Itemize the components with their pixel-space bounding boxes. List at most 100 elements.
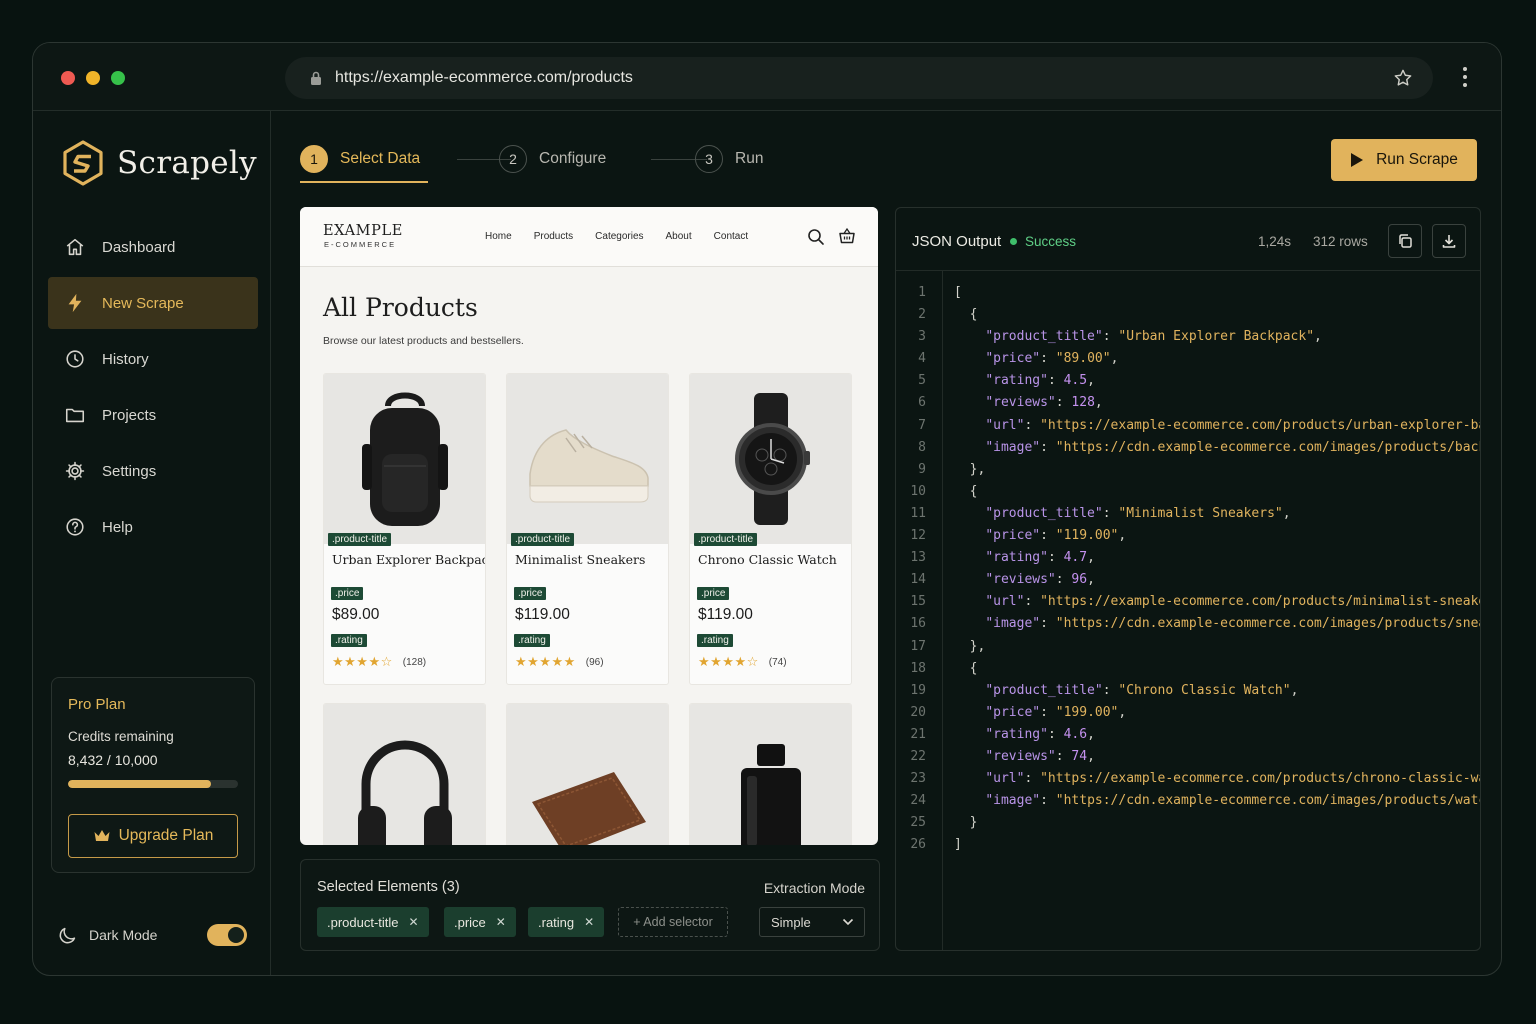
step-select-data[interactable]: 1 Select Data [300, 145, 420, 173]
search-icon[interactable] [807, 228, 825, 246]
sidebar: Scrapely Dashboard New Scrape History Pr… [33, 111, 271, 975]
code-line: 5 "rating": 4.5, [896, 370, 1480, 392]
json-punct: [ [954, 285, 962, 300]
sidebar-item-history[interactable]: History [48, 333, 258, 385]
json-punct [954, 749, 985, 764]
shop-brand[interactable]: EXAMPLE [323, 223, 403, 239]
json-punct [954, 329, 985, 344]
credits-label: Credits remaining [68, 729, 174, 744]
remove-chip-icon[interactable]: ✕ [584, 915, 594, 929]
sidebar-item-help[interactable]: Help [48, 501, 258, 553]
minimize-window-button[interactable] [86, 71, 100, 85]
run-scrape-button[interactable]: Run Scrape [1331, 139, 1477, 181]
json-punct: : [1040, 793, 1056, 809]
json-string: "Urban Explorer Backpack" [1118, 329, 1315, 345]
json-code-view[interactable]: 1[2 {3 "product_title": "Urban Explorer … [896, 282, 1481, 856]
plan-card: Pro Plan Credits remaining 8,432 / 10,00… [51, 677, 255, 873]
sidebar-item-projects[interactable]: Projects [48, 389, 258, 441]
json-key: "rating" [985, 726, 1048, 742]
json-string: "89.00" [1055, 351, 1111, 367]
product-card-sneakers[interactable]: .product-title Minimalist Sneakers .pric… [506, 373, 669, 685]
copy-button[interactable] [1388, 224, 1422, 258]
json-punct: , [1314, 329, 1322, 345]
shop-nav-home[interactable]: Home [485, 231, 512, 242]
json-punct [954, 351, 985, 366]
product-card-backpack[interactable]: .product-title Urban Explorer Backpack .… [323, 373, 486, 685]
json-key: "price" [985, 528, 1041, 544]
browser-menu-icon[interactable] [1463, 67, 1467, 87]
sidebar-item-dashboard[interactable]: Dashboard [48, 221, 258, 273]
folder-icon [65, 408, 85, 423]
json-key: "reviews" [985, 395, 1056, 411]
step-number: 2 [499, 145, 527, 173]
code-line: 20 "price": "199.00", [896, 702, 1480, 724]
code-line: 23 "url": "https://example-ecommerce.com… [896, 768, 1480, 790]
shop-nav-about[interactable]: About [666, 231, 692, 242]
remove-chip-icon[interactable]: ✕ [409, 915, 419, 929]
maximize-window-button[interactable] [111, 71, 125, 85]
sidebar-item-new-scrape[interactable]: New Scrape [48, 277, 258, 329]
product-card-watch[interactable]: .product-title Chrono Classic Watch .pri… [689, 373, 852, 685]
product-card-perfume[interactable] [689, 703, 852, 845]
dark-mode-toggle[interactable] [207, 924, 247, 946]
product-card-wallet[interactable] [506, 703, 669, 845]
json-punct: , [1087, 748, 1095, 764]
review-count: (128) [402, 656, 427, 668]
basket-icon[interactable] [838, 227, 856, 245]
json-punct: : [1040, 704, 1056, 720]
json-string: "https://example-ecommerce.com/products/… [1040, 594, 1481, 610]
remove-chip-icon[interactable]: ✕ [496, 915, 506, 929]
app-logo[interactable]: Scrapely [61, 139, 257, 187]
extraction-mode-select[interactable]: Simple [759, 907, 865, 937]
star-icon[interactable] [1393, 68, 1413, 88]
sidebar-item-settings[interactable]: Settings [48, 445, 258, 497]
json-punct: : [1024, 417, 1041, 433]
json-punct [954, 572, 985, 587]
line-number: 1 [918, 285, 926, 300]
shop-nav-contact[interactable]: Contact [714, 231, 748, 242]
sneaker-image [528, 429, 649, 503]
run-scrape-label: Run Scrape [1376, 151, 1458, 168]
close-window-button[interactable] [61, 71, 75, 85]
page-preview[interactable]: EXAMPLE E-COMMERCE Home Products Categor… [300, 207, 878, 845]
code-line: 10 { [896, 481, 1480, 503]
json-punct: : [1047, 726, 1064, 742]
row-count: 312 rows [1313, 234, 1368, 249]
json-key: "price" [985, 704, 1041, 720]
code-line: 4 "price": "89.00", [896, 348, 1480, 370]
json-key: "product_title" [985, 682, 1103, 698]
upgrade-plan-button[interactable]: Upgrade Plan [68, 814, 238, 858]
chip-product-title[interactable]: .product-title ✕ [317, 907, 429, 937]
product-rating: ★★★★☆ (74) [698, 654, 851, 670]
step-run[interactable]: 3 Run [695, 145, 763, 173]
product-card-headphones[interactable] [323, 703, 486, 845]
json-punct: , [1110, 351, 1119, 367]
step-configure[interactable]: 2 Configure [499, 145, 606, 173]
json-punct: { [954, 483, 978, 499]
json-punct [954, 506, 985, 521]
json-string: "https://example-ecommerce.com/products/… [1040, 417, 1480, 433]
selector-tag-title: .product-title [694, 533, 758, 546]
download-button[interactable] [1432, 224, 1466, 258]
shop-nav-categories[interactable]: Categories [595, 231, 643, 242]
code-line: 11 "product_title": "Minimalist Sneakers… [896, 503, 1480, 525]
line-number: 8 [918, 439, 926, 455]
selector-tag-title: .product-title [328, 533, 392, 546]
code-line: 2 { [896, 304, 1480, 326]
extraction-mode-label: Extraction Mode [763, 880, 865, 896]
chip-label: .rating [538, 914, 575, 930]
sidebar-item-label: Settings [102, 462, 157, 480]
address-bar[interactable]: https://example-ecommerce.com/products [285, 57, 1433, 99]
chip-price[interactable]: .price ✕ [444, 907, 516, 937]
code-line: 26] [896, 834, 1480, 856]
shop-nav-links: Home Products Categories About Contact [485, 231, 770, 242]
add-selector-button[interactable]: + Add selector [618, 907, 728, 937]
shop-nav-products[interactable]: Products [534, 231, 573, 242]
code-line: 13 "rating": 4.7, [896, 547, 1480, 569]
json-punct: : [1055, 748, 1072, 764]
json-string: "https://cdn.example-ecommerce.com/image… [1055, 616, 1480, 632]
code-line: 16 "image": "https://cdn.example-ecommer… [896, 613, 1480, 635]
json-punct: , [1118, 704, 1127, 720]
json-string: "https://cdn.example-ecommerce.com/image… [1055, 439, 1480, 455]
chip-rating[interactable]: .rating ✕ [528, 907, 605, 937]
